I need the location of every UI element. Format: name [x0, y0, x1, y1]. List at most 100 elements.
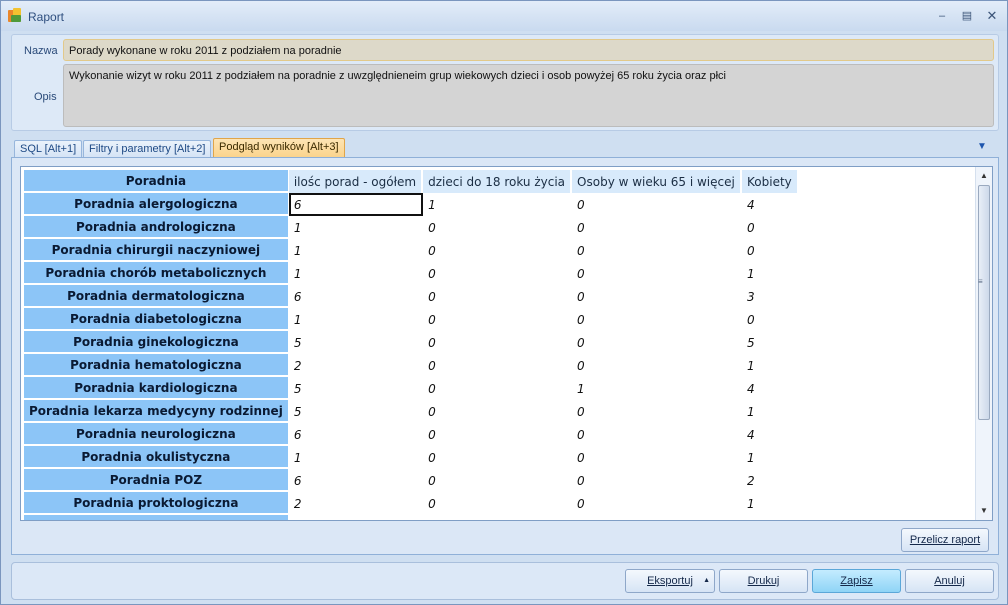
scroll-up-icon[interactable]: ▲: [976, 168, 992, 184]
table-cell[interactable]: 0: [572, 446, 742, 469]
table-cell[interactable]: 1: [742, 262, 799, 285]
table-cell[interactable]: 3: [742, 285, 799, 308]
row-header[interactable]: Poradnia hematologiczna: [24, 354, 289, 377]
recalculate-report-button[interactable]: Przelicz raport: [901, 528, 989, 552]
scrollbar-thumb[interactable]: [978, 185, 990, 420]
print-button[interactable]: Drukuj: [719, 569, 808, 593]
table-cell[interactable]: 0: [572, 515, 742, 521]
title-bar[interactable]: Raport – ▤ ✕: [1, 1, 1007, 31]
table-cell[interactable]: 0: [572, 239, 742, 262]
table-cell[interactable]: 0: [423, 331, 572, 354]
table-cell[interactable]: 6: [289, 469, 423, 492]
table-cell[interactable]: 0: [423, 515, 572, 521]
table-cell[interactable]: 0: [572, 331, 742, 354]
row-header[interactable]: Poradnia chirurgii naczyniowej: [24, 239, 289, 262]
table-cell[interactable]: 0: [572, 492, 742, 515]
table-cell[interactable]: 0: [572, 308, 742, 331]
table-cell[interactable]: 0: [572, 193, 742, 216]
table-cell[interactable]: 1: [289, 216, 423, 239]
table-cell[interactable]: 4: [742, 423, 799, 446]
table-cell[interactable]: 0: [742, 239, 799, 262]
table-cell[interactable]: 1: [289, 308, 423, 331]
table-row[interactable]: Poradnia reumatologiczna3002: [24, 515, 799, 521]
tab-results-preview[interactable]: Podgląd wyników [Alt+3]: [213, 138, 345, 158]
table-cell[interactable]: 0: [742, 216, 799, 239]
description-field[interactable]: Wykonanie wizyt w roku 2011 z podziałem …: [63, 64, 994, 127]
row-header[interactable]: Poradnia chorób metabolicznych: [24, 262, 289, 285]
table-cell[interactable]: 6: [289, 423, 423, 446]
table-cell[interactable]: 0: [423, 354, 572, 377]
table-cell[interactable]: 0: [423, 400, 572, 423]
row-header[interactable]: Poradnia ginekologiczna: [24, 331, 289, 354]
tab-filters-params[interactable]: Filtry i parametry [Alt+2]: [83, 140, 212, 158]
row-header[interactable]: Poradnia andrologiczna: [24, 216, 289, 239]
table-cell[interactable]: 0: [423, 492, 572, 515]
vertical-scrollbar[interactable]: ▲ ≡ ▼: [975, 167, 992, 520]
table-cell[interactable]: 0: [423, 423, 572, 446]
close-icon[interactable]: ✕: [982, 7, 1002, 25]
table-cell[interactable]: 1: [423, 193, 572, 216]
table-cell[interactable]: 2: [742, 515, 799, 521]
table-cell[interactable]: 0: [572, 262, 742, 285]
table-cell[interactable]: 0: [572, 285, 742, 308]
dropdown-arrow-icon[interactable]: ▲: [703, 570, 710, 592]
table-cell[interactable]: 0: [423, 446, 572, 469]
table-cell[interactable]: 4: [742, 193, 799, 216]
cancel-button[interactable]: Anuluj: [905, 569, 994, 593]
minimize-icon[interactable]: –: [932, 7, 952, 25]
table-row[interactable]: Poradnia proktologiczna 2 0 0 1: [24, 492, 799, 515]
table-cell[interactable]: 1: [289, 446, 423, 469]
maximize-icon[interactable]: ▤: [957, 7, 977, 25]
table-cell[interactable]: 1: [572, 377, 742, 400]
column-header[interactable]: ilośc porad - ogółem: [288, 170, 424, 193]
table-cell[interactable]: 1: [742, 446, 799, 469]
export-button[interactable]: Eksportuj ▲: [625, 569, 715, 593]
table-cell[interactable]: 0: [572, 423, 742, 446]
column-header[interactable]: dzieci do 18 roku życia: [423, 170, 573, 193]
selected-cell[interactable]: 6: [288, 193, 424, 216]
table-cell[interactable]: 0: [572, 469, 742, 492]
table-cell[interactable]: 2: [289, 354, 423, 377]
table-cell[interactable]: 0: [423, 262, 572, 285]
table-row[interactable]: Poradnia andrologiczna 1 0 0 0: [24, 216, 799, 239]
save-button[interactable]: Zapisz: [812, 569, 901, 593]
results-grid[interactable]: Poradnia ilośc porad - ogółem dzieci do …: [20, 166, 993, 521]
tab-list-dropdown-icon[interactable]: ▼: [975, 140, 989, 154]
table-row[interactable]: Poradnia dermatologiczna 6 0 0 3: [24, 285, 799, 308]
table-cell[interactable]: 1: [742, 400, 799, 423]
table-cell[interactable]: 0: [423, 469, 572, 492]
row-header[interactable]: Poradnia kardiologiczna: [24, 377, 289, 400]
table-cell[interactable]: 1: [742, 354, 799, 377]
row-header[interactable]: Poradnia alergologiczna: [24, 193, 289, 216]
table-row[interactable]: Poradnia chorób metabolicznych 1 0 0 1: [24, 262, 799, 285]
table-cell[interactable]: 6: [289, 285, 423, 308]
table-cell[interactable]: 1: [289, 239, 423, 262]
table-cell[interactable]: 2: [289, 492, 423, 515]
row-header[interactable]: Poradnia lekarza medycyny rodzinnej: [24, 400, 289, 423]
table-cell[interactable]: 4: [742, 377, 799, 400]
table-cell[interactable]: 5: [289, 331, 423, 354]
row-header[interactable]: Poradnia proktologiczna: [24, 492, 289, 515]
table-cell[interactable]: 5: [289, 400, 423, 423]
row-header[interactable]: Poradnia diabetologiczna: [24, 308, 289, 331]
table-row[interactable]: Poradnia neurologiczna 6 0 0 4: [24, 423, 799, 446]
table-cell[interactable]: 3: [289, 515, 423, 521]
table-cell[interactable]: 1: [742, 492, 799, 515]
row-header[interactable]: Poradnia dermatologiczna: [24, 285, 289, 308]
row-header[interactable]: Poradnia POZ: [24, 469, 289, 492]
column-header[interactable]: Kobiety: [742, 170, 799, 193]
table-row[interactable]: Poradnia hematologiczna 2 0 0 1: [24, 354, 799, 377]
table-cell[interactable]: 0: [423, 308, 572, 331]
column-header[interactable]: Osoby w wieku 65 i więcej: [572, 170, 743, 193]
tab-sql[interactable]: SQL [Alt+1]: [14, 140, 83, 158]
table-cell[interactable]: 5: [742, 331, 799, 354]
table-row[interactable]: Poradnia alergologiczna 6 1 0 4: [24, 193, 799, 216]
table-row[interactable]: Poradnia diabetologiczna 1 0 0 0: [24, 308, 799, 331]
corner-header[interactable]: Poradnia: [24, 170, 289, 193]
table-cell[interactable]: 1: [289, 262, 423, 285]
table-row[interactable]: Poradnia chirurgii naczyniowej 1 0 0 0: [24, 239, 799, 262]
table-cell[interactable]: 0: [572, 216, 742, 239]
row-header[interactable]: Poradnia okulistyczna: [24, 446, 289, 469]
table-row[interactable]: Poradnia ginekologiczna 5 0 0 5: [24, 331, 799, 354]
table-cell[interactable]: 0: [572, 400, 742, 423]
